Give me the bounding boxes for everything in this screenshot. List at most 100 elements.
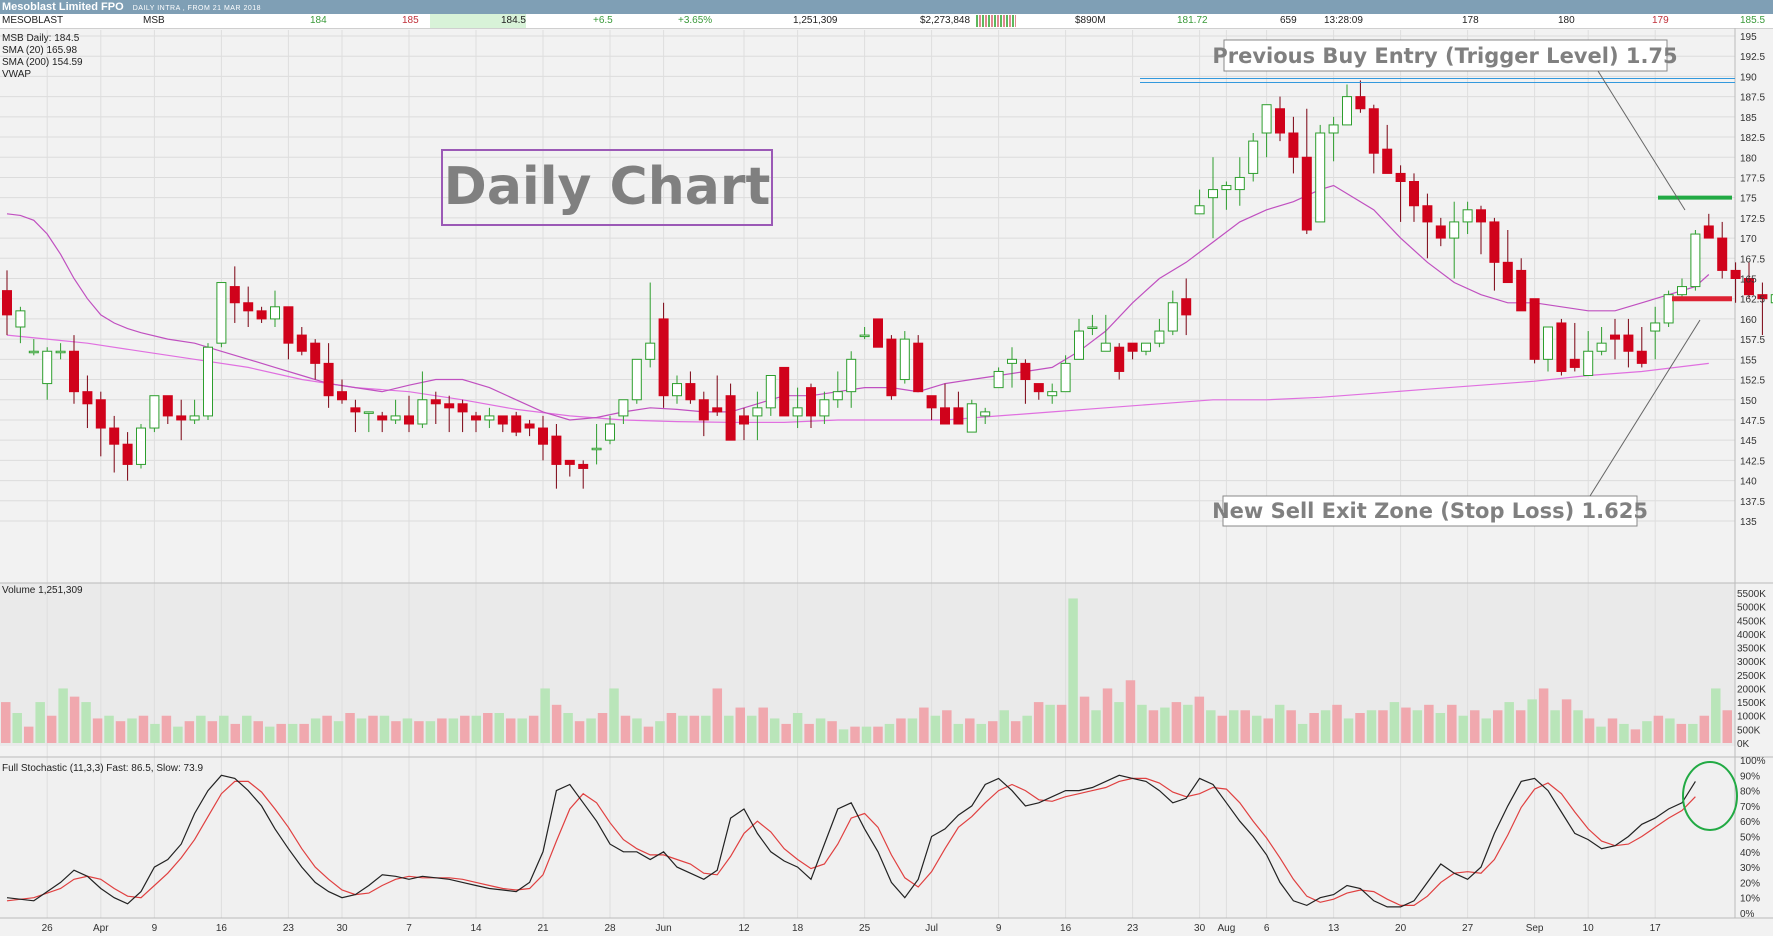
- candle-body: [189, 415, 200, 421]
- candle: [1074, 318, 1084, 360]
- volume-bar: [242, 715, 252, 743]
- price-tick-label: 162.5: [1740, 295, 1765, 306]
- candle: [390, 399, 401, 424]
- candle: [1690, 230, 1701, 291]
- candle-body: [899, 338, 910, 381]
- x-tick-label: Jul: [925, 923, 938, 934]
- candle: [1194, 189, 1205, 215]
- candle: [631, 358, 642, 404]
- candle-body: [1610, 334, 1620, 340]
- volume-bar: [345, 713, 355, 743]
- candle-body: [1703, 225, 1714, 239]
- price-tick-label: 137.5: [1740, 497, 1765, 508]
- volume-bar: [953, 723, 964, 743]
- candle: [216, 282, 227, 348]
- candle-body: [283, 306, 294, 344]
- volume-bar: [1194, 696, 1205, 743]
- x-tick-label: 30: [1194, 923, 1206, 934]
- candle-body: [444, 403, 455, 409]
- volume-bar: [609, 688, 619, 743]
- volume-bar: [724, 715, 734, 743]
- candle-body: [980, 411, 991, 417]
- volume-bar: [1688, 723, 1698, 743]
- volume-bar: [219, 715, 229, 743]
- volume-bar: [1240, 710, 1250, 743]
- candle: [1007, 347, 1017, 388]
- volume-bar: [35, 702, 45, 743]
- volume-tick-label: 1000K: [1737, 712, 1766, 723]
- volume-bar: [391, 721, 401, 743]
- price-tick-label: 182.5: [1740, 133, 1765, 144]
- stoch-tick-label: 50%: [1740, 833, 1760, 844]
- volume-bar: [448, 718, 459, 743]
- candle: [1221, 181, 1232, 210]
- candle-body: [1730, 269, 1741, 279]
- candle-body: [712, 407, 723, 413]
- candle: [1141, 342, 1151, 356]
- volume-bar: [1699, 715, 1710, 743]
- candle-body: [578, 463, 589, 469]
- volume-bar: [505, 718, 516, 743]
- candle: [283, 306, 294, 360]
- candle-body: [1087, 326, 1098, 329]
- price-tick-label: 155: [1740, 355, 1757, 366]
- candle-body: [1033, 383, 1044, 393]
- candle: [1315, 124, 1326, 223]
- volume-bar: [1607, 718, 1618, 743]
- candle-body: [296, 334, 307, 352]
- candle: [1569, 322, 1580, 372]
- candle-body: [645, 342, 656, 360]
- volume-bar: [1102, 688, 1113, 743]
- volume-bar: [150, 723, 160, 743]
- volume-bar: [1527, 699, 1537, 743]
- candle-body: [1569, 358, 1580, 368]
- candle: [1355, 80, 1366, 113]
- volume-bar: [1584, 718, 1595, 743]
- candle: [1757, 282, 1768, 336]
- candle: [1020, 359, 1031, 404]
- candle: [1730, 262, 1741, 303]
- candle-body: [270, 306, 280, 320]
- volume-bar: [838, 729, 849, 743]
- sma20-path: [6, 184, 1710, 421]
- x-tick-label: Jun: [656, 923, 672, 934]
- candle: [497, 415, 508, 433]
- volume-bar: [494, 713, 504, 743]
- volume-bar: [276, 723, 286, 743]
- volume-bar: [1401, 707, 1411, 743]
- candle: [323, 343, 334, 408]
- candle-body: [457, 403, 468, 413]
- price-tick-label: 190: [1740, 72, 1757, 83]
- volume-bar: [127, 718, 137, 743]
- candle: [966, 399, 977, 433]
- volume-bar: [896, 718, 906, 743]
- candle-body: [524, 423, 535, 429]
- candle-body: [1368, 108, 1379, 154]
- volume-bar: [1676, 723, 1687, 743]
- candle: [457, 399, 468, 433]
- volume-bar: [1091, 710, 1101, 743]
- candle-body: [55, 350, 66, 354]
- candle: [1301, 108, 1312, 235]
- volume-bar: [287, 723, 298, 743]
- candle-body: [82, 391, 93, 405]
- candle-body: [162, 395, 173, 417]
- candle-body: [1382, 148, 1393, 174]
- candle-body: [1261, 104, 1272, 134]
- candle-body: [28, 350, 39, 354]
- volume-bar: [712, 688, 723, 743]
- candle-body: [1583, 350, 1594, 376]
- candle: [1114, 343, 1125, 380]
- price-tick-label: 192.5: [1740, 52, 1765, 63]
- volume-bar: [1183, 704, 1193, 743]
- volume-tick-label: 3000K: [1737, 657, 1766, 668]
- volume-bar: [437, 718, 447, 743]
- x-tick-label: 21: [537, 923, 549, 934]
- candle: [1543, 326, 1553, 372]
- x-tick-label: Apr: [93, 923, 109, 934]
- candle-body: [1596, 342, 1607, 352]
- candle-body: [859, 334, 870, 338]
- candle-body: [966, 403, 977, 433]
- candle: [564, 459, 575, 477]
- candle-body: [1167, 302, 1178, 332]
